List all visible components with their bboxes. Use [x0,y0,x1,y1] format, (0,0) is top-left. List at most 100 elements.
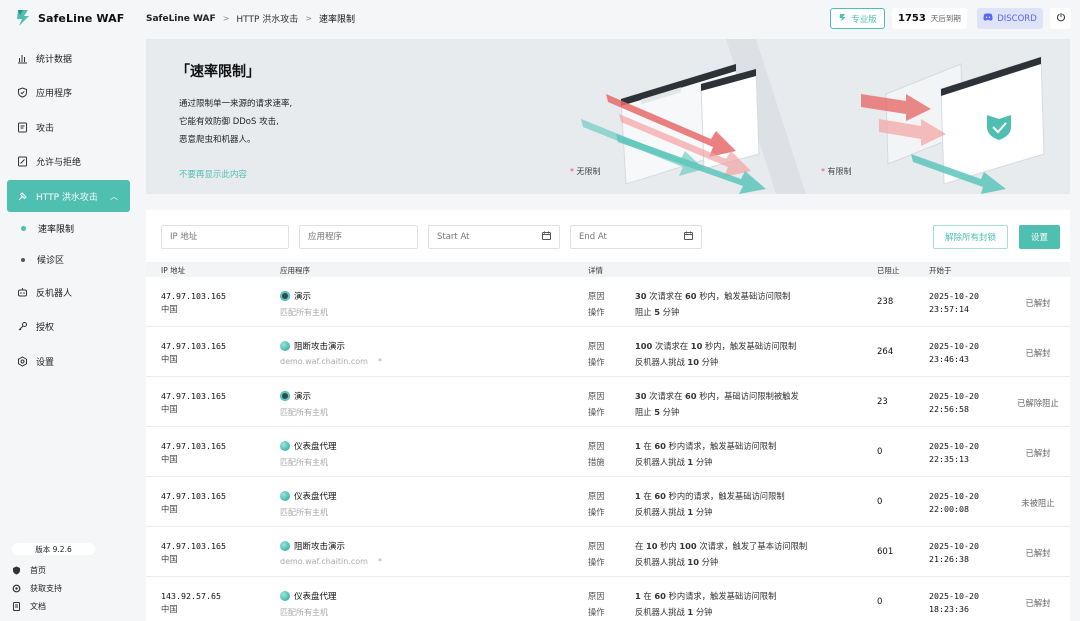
col-blocked: 已阻止 [877,266,900,275]
row-start-date: 2025-10-20 [929,341,979,351]
row-start-date: 2025-10-20 [929,391,979,401]
row-app[interactable]: 阻断攻击演示 [280,540,345,552]
pro-edition-button[interactable]: 专业版 [830,8,885,29]
table-row[interactable]: 47.97.103.165 中国 仪表盘代理 匹配所有主机 原因 操作 1 在 … [146,477,1070,527]
discord-label: DISCORD [997,13,1037,24]
sidebar-item-attacks[interactable]: 攻击 [7,111,130,143]
row-reason-label: 原因 [588,541,605,551]
row-start-time: 21:26:38 [929,554,969,564]
gear-icon [17,356,28,367]
dont-show-again-link[interactable]: 不要再显示此内容 [179,168,247,180]
row-app[interactable]: 仪表盘代理 [280,490,337,502]
row-app[interactable]: 演示 [280,390,311,402]
row-host-star: * [377,357,382,366]
row-start-time: 22:35:13 [929,454,969,464]
footer-link-label: 获取支持 [30,583,62,593]
row-start-time: 18:23:36 [929,604,969,614]
settings-button[interactable]: 设置 [1019,225,1060,249]
sidebar-item-label: 应用程序 [36,89,73,100]
table-row[interactable]: 143.92.57.65 中国 仪表盘代理 匹配所有主机 原因 操作 1 在 6… [146,577,1070,621]
sidebar-item-license[interactable]: 授权 [7,311,130,343]
row-reason: 30 次请求在 60 秒内，基础访问限制被触发 [635,391,799,401]
banner-desc-line: 通过限制单一来源的请求速率, [179,99,293,109]
sidebar-subitem-rate-limit[interactable]: 速率限制 [7,215,130,243]
row-ip: 143.92.57.65 [161,591,221,601]
start-date-picker[interactable]: Start At [428,225,560,249]
row-reason: 在 10 秒内 100 次请求，触发了基本访问限制 [635,541,808,551]
row-start-date: 2025-10-20 [929,291,979,301]
row-action-label: 操作 [588,407,605,417]
sidebar-item-allow-deny[interactable]: 允许与拒绝 [7,146,130,178]
document-icon [17,122,28,133]
chevron-up-icon: ︿ [110,191,118,201]
logout-button[interactable] [1050,8,1071,29]
row-action-label: 操作 [588,357,605,367]
row-action: 反机器人挑战 1 分钟 [635,607,713,617]
row-country: 中国 [161,404,178,414]
row-start-date: 2025-10-20 [929,491,979,501]
footer-link-support[interactable]: 获取支持 [12,579,62,597]
calendar-icon [542,231,551,243]
row-app[interactable]: 演示 [280,290,311,302]
row-start-date: 2025-10-20 [929,441,979,451]
row-status: 已解封 [1025,298,1051,308]
row-status: 已解封 [1025,348,1051,358]
app-filter-input[interactable] [299,225,418,249]
globe-icon [280,341,290,351]
sidebar-subitem-waiting-room[interactable]: 候诊区 [7,246,130,274]
row-app[interactable]: 仪表盘代理 [280,590,337,602]
discord-button[interactable]: DISCORD [977,8,1043,29]
rate-limit-illustration [581,39,1045,194]
globe-icon [280,541,290,551]
row-host-text: 匹配所有主机 [280,308,328,317]
row-app[interactable]: 仪表盘代理 [280,440,337,452]
sidebar-item-label: 统计数据 [36,54,73,65]
sidebar-subitem-label: 速率限制 [38,225,75,236]
sidebar-item-anti-bot[interactable]: 反机器人 [7,276,130,308]
row-action-label: 操作 [588,607,605,617]
limited-illustration [861,56,1045,194]
table-row[interactable]: 47.97.103.165 中国 演示 匹配所有主机 原因 操作 30 次请求在… [146,277,1070,327]
row-ip: 47.97.103.165 [161,391,226,401]
end-date-picker[interactable]: End At [570,225,702,249]
row-start-time: 22:00:08 [929,504,969,514]
breadcrumb-item-current: 速率限制 [319,15,356,25]
row-blocked-count: 0 [877,497,883,507]
table-row[interactable]: 47.97.103.165 中国 阻断攻击演示 demo.waf.chaitin… [146,327,1070,377]
unblock-all-button[interactable]: 解除所有封锁 [933,225,1008,249]
version-badge: 版本 9.2.6 [12,543,95,555]
banner-desc-line: 它能有效防御 DDoS 攻击, [179,117,279,127]
list-icon [17,156,28,167]
sidebar-item-label: 允许与拒绝 [36,158,82,169]
sidebar-item-applications[interactable]: 应用程序 [7,77,130,109]
row-host-text: demo.waf.chaitin.com [280,557,368,566]
app-name: SafeLine WAF [38,11,125,25]
banner-title: 「速率限制」 [176,64,260,80]
unlimited-illustration [581,63,766,194]
table-row[interactable]: 47.97.103.165 中国 演示 匹配所有主机 原因 操作 30 次请求在… [146,377,1070,427]
app-logo[interactable]: SafeLine WAF [14,8,124,28]
row-reason: 1 在 60 秒内的请求，触发基础访问限制 [635,491,785,501]
table-row[interactable]: 47.97.103.165 中国 仪表盘代理 匹配所有主机 原因 措施 1 在 … [146,427,1070,477]
sidebar-item-settings[interactable]: 设置 [7,345,130,377]
sidebar-item-statistics[interactable]: 统计数据 [7,42,130,74]
row-start-time: 23:57:14 [929,304,969,314]
breadcrumb-item[interactable]: HTTP 洪水攻击 [236,12,298,25]
row-country: 中国 [161,354,178,364]
table-row[interactable]: 47.97.103.165 中国 阻断攻击演示 demo.waf.chaitin… [146,527,1070,577]
row-app-name: 仪表盘代理 [294,592,337,602]
sidebar-item-http-flood[interactable]: HTTP 洪水攻击 ︿ [7,180,130,213]
row-country: 中国 [161,304,178,314]
footer-link-docs[interactable]: 文档 [12,597,62,615]
row-app-name: 演示 [294,392,312,402]
footer-link-home[interactable]: 首页 [12,561,62,579]
row-action-label: 操作 [588,557,605,567]
row-app[interactable]: 阻断攻击演示 [280,340,345,352]
bar-chart-icon [17,53,28,64]
breadcrumb-item[interactable]: SafeLine WAF [146,14,216,24]
intro-banner: 「速率限制」 通过限制单一来源的请求速率, 它能有效防御 DDoS 攻击, 恶意… [146,39,1070,194]
col-app: 应用程序 [280,266,310,275]
ip-filter-input[interactable] [161,225,289,249]
row-start-date: 2025-10-20 [929,541,979,551]
label-limit-text: 有限制 [827,167,852,176]
